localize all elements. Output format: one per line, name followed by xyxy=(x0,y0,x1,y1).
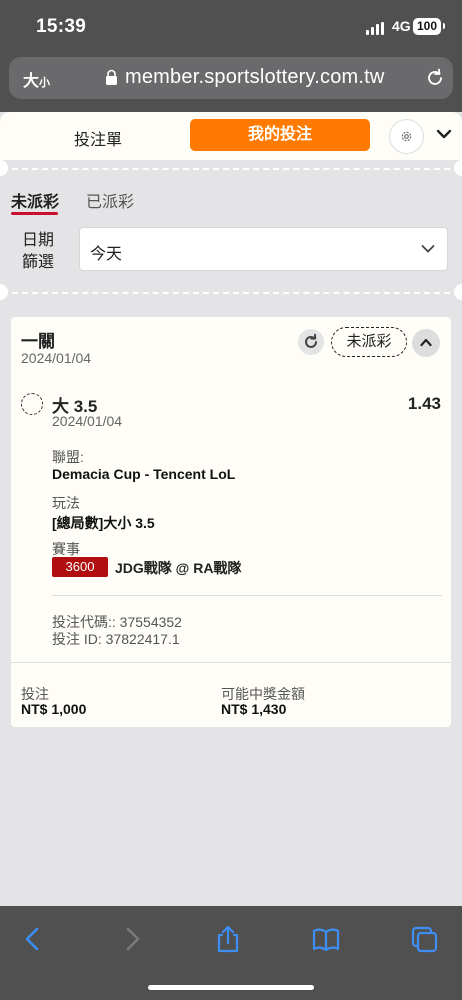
event-label: 賽事 xyxy=(52,541,80,557)
header-tabs: 投注單 我的投注 xyxy=(0,112,462,160)
league-value: Demacia Cup - Tencent LoL xyxy=(52,466,236,482)
signal-icon xyxy=(366,22,386,35)
selection-odds: 1.43 xyxy=(407,394,441,413)
tabs-icon[interactable] xyxy=(409,924,439,954)
date-filter-label: 日期 篩選 xyxy=(22,232,55,271)
status-badge: 未派彩 xyxy=(331,327,407,357)
market-value: [總局數]大小 3.5 xyxy=(52,515,155,531)
date-filter-value: 今天 xyxy=(90,246,123,263)
chevron-down-icon xyxy=(421,245,435,253)
event-name: JDG戰隊 @ RA戰隊 xyxy=(115,560,242,576)
bet-date: 2024/01/04 xyxy=(21,350,92,366)
back-icon[interactable] xyxy=(18,924,48,954)
address-bar[interactable]: 大小 member.sportslottery.com.tw xyxy=(9,57,453,99)
url-text[interactable]: member.sportslottery.com.tw xyxy=(125,66,385,89)
forward-icon[interactable] xyxy=(117,924,147,954)
divider-notch xyxy=(0,284,8,300)
share-icon[interactable] xyxy=(213,924,243,954)
text-size-button[interactable]: 大小 xyxy=(23,67,50,91)
date-filter-select[interactable]: 今天 xyxy=(79,227,448,271)
market-label: 玩法 xyxy=(52,495,80,511)
league-label: 聯盟: xyxy=(52,449,84,465)
tab-unsettled[interactable]: 未派彩 xyxy=(11,188,59,212)
reload-icon[interactable] xyxy=(424,67,446,89)
divider-notch xyxy=(0,160,8,176)
status-bar: 15:39 4G 100 xyxy=(0,0,462,54)
tab-my-bets[interactable]: 我的投注 xyxy=(190,119,370,151)
lock-icon xyxy=(106,69,117,85)
tab-betslip[interactable]: 投注單 xyxy=(58,126,138,150)
status-time: 15:39 xyxy=(36,16,87,37)
bet-panel: 投注單 我的投注 未派彩 已派彩 日期 篩選 今天 一關 2024/01/04 xyxy=(0,112,462,906)
payout-value: NT$ 1,430 xyxy=(221,701,287,717)
divider-notch xyxy=(454,284,462,300)
divider xyxy=(52,595,442,596)
stake-value: NT$ 1,000 xyxy=(21,701,87,717)
bookmarks-icon[interactable] xyxy=(311,924,341,954)
bet-card: 一關 2024/01/04 未派彩 大 3.5 2024/01/04 1.43 … xyxy=(11,317,451,727)
event-code-badge: 3600 xyxy=(52,557,108,577)
divider xyxy=(12,168,450,170)
active-tab-indicator xyxy=(11,212,58,215)
pending-status-icon xyxy=(21,393,43,415)
refresh-button[interactable] xyxy=(298,329,324,355)
chevron-down-icon[interactable] xyxy=(436,128,452,140)
divider-notch xyxy=(454,160,462,176)
bet-type: 一關 xyxy=(21,332,55,351)
divider xyxy=(11,662,451,663)
battery-icon: 100 xyxy=(413,18,445,35)
refresh-icon xyxy=(305,333,317,348)
selection-date: 2024/01/04 xyxy=(52,413,123,429)
browser-chrome: 15:39 4G 100 大小 member.sportslottery.com… xyxy=(0,0,462,112)
bet-id: 投注 ID: 37822417.1 xyxy=(52,631,180,647)
gear-icon xyxy=(401,131,412,142)
network-type: 4G xyxy=(392,18,411,34)
divider xyxy=(12,292,450,294)
tab-settled[interactable]: 已派彩 xyxy=(86,188,134,212)
collapse-button[interactable] xyxy=(412,329,440,357)
settings-button[interactable] xyxy=(390,120,423,153)
chevron-up-icon xyxy=(420,338,432,347)
home-indicator xyxy=(148,985,314,990)
